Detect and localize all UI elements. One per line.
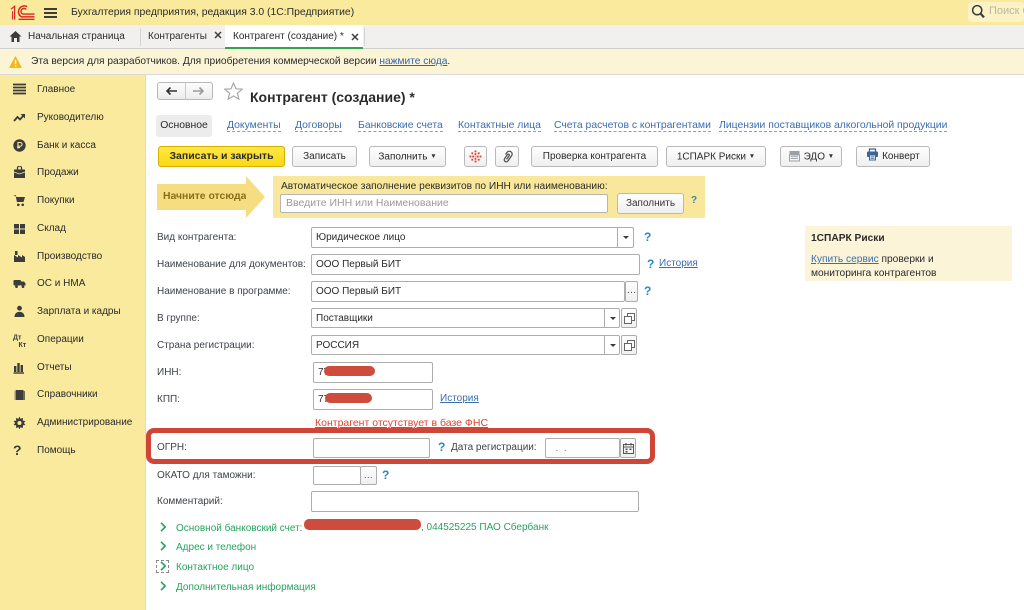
svg-text:Кт: Кт <box>19 342 27 347</box>
svg-text:Дт: Дт <box>13 335 22 342</box>
